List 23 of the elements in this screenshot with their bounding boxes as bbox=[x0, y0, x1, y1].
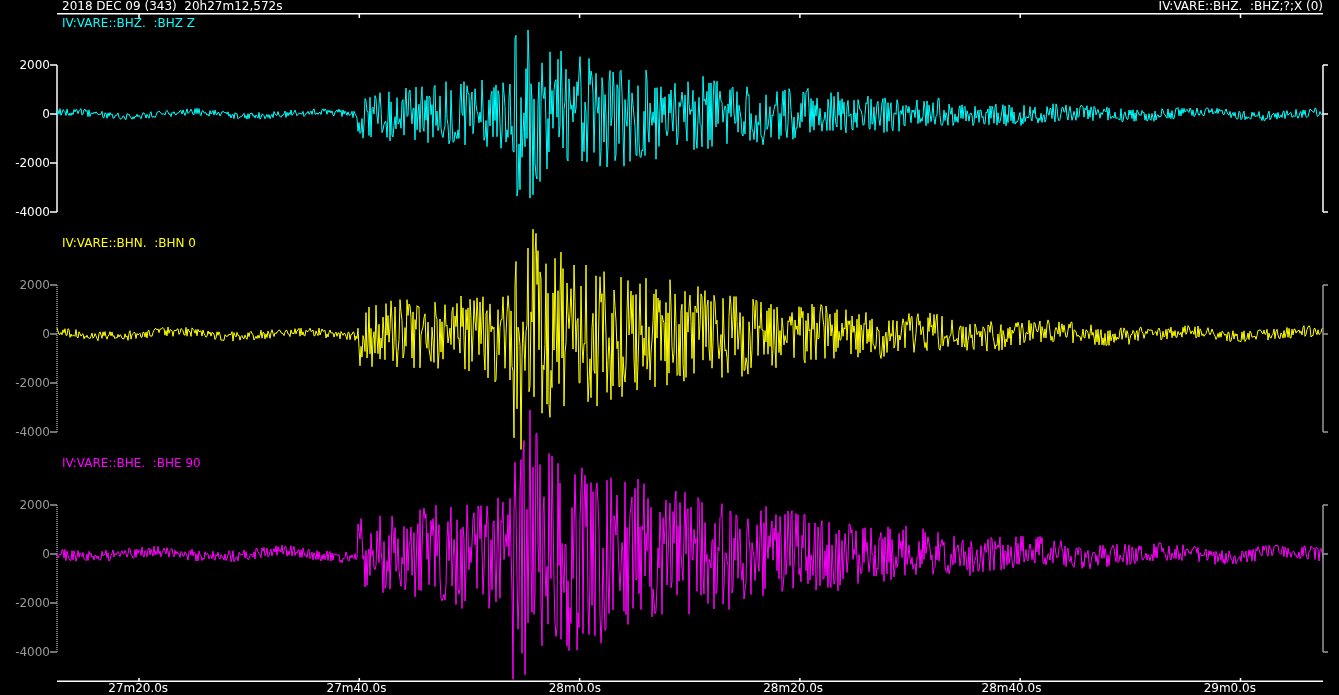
y-tick-label: -4000 bbox=[14, 425, 50, 439]
time-tick-label: 27m40.0s bbox=[326, 682, 387, 695]
channel-label: IV:VARE::BHE. :BHE 90 bbox=[62, 457, 201, 469]
time-tick-label: 28m0.0s bbox=[548, 682, 601, 695]
time-tick-label: 29m0.0s bbox=[1203, 682, 1256, 695]
y-tick-label: -4000 bbox=[14, 205, 50, 219]
time-tick-label: 28m40.0s bbox=[981, 682, 1042, 695]
y-tick-label: 0 bbox=[41, 547, 50, 561]
y-tick-label: -2000 bbox=[14, 596, 50, 610]
date-time: 2018 DEC 09 (343) 20h27m12,572s bbox=[62, 0, 283, 13]
y-tick-label: -4000 bbox=[14, 645, 50, 659]
time-tick-label: 28m20.0s bbox=[763, 682, 824, 695]
channel-info: IV:VARE::BHZ. :BHZ;?;X (0) bbox=[1158, 0, 1323, 13]
y-tick-label: 0 bbox=[41, 327, 50, 341]
y-tick-label: 2000 bbox=[18, 278, 50, 292]
y-tick-label: -2000 bbox=[14, 156, 50, 170]
channel-label: IV:VARE::BHZ. :BHZ Z bbox=[62, 17, 195, 29]
y-tick-label: 0 bbox=[41, 107, 50, 121]
channel-label: IV:VARE::BHN. :BHN 0 bbox=[62, 237, 196, 249]
y-tick-label: 2000 bbox=[18, 58, 50, 72]
time-tick-label: 27m20.0s bbox=[108, 682, 169, 695]
y-tick-label: 2000 bbox=[18, 498, 50, 512]
y-tick-label: -2000 bbox=[14, 376, 50, 390]
